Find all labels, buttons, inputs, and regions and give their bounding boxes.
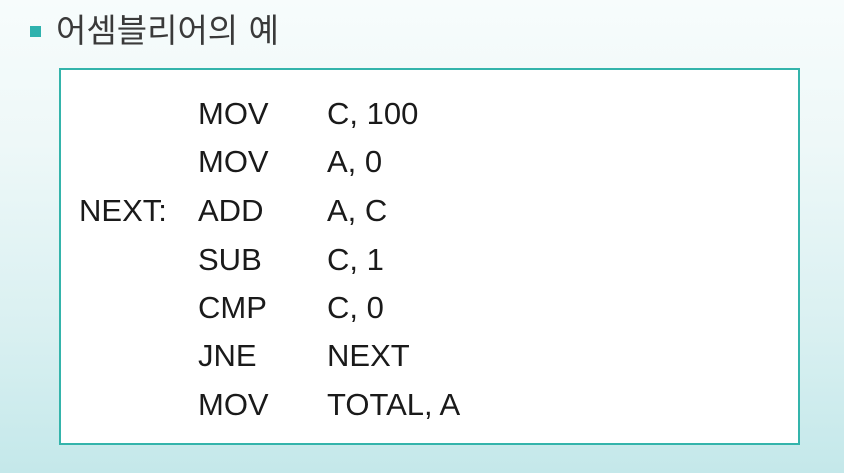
- assembly-code-box: MOV C, 100 MOV A, 0 NEXT: ADD A, C SUB C…: [59, 68, 800, 445]
- code-opcode: SUB: [198, 242, 262, 277]
- title-bullet-icon: [30, 26, 41, 37]
- code-operand: A, C: [327, 193, 388, 228]
- code-line: MOV A, 0: [61, 142, 798, 182]
- code-label: NEXT:: [79, 193, 167, 228]
- code-line: CMP C, 0: [61, 288, 798, 328]
- code-opcode: CMP: [198, 290, 267, 325]
- code-operand: C, 100: [327, 96, 419, 131]
- code-operand: TOTAL, A: [327, 387, 461, 422]
- code-opcode: MOV: [198, 387, 269, 422]
- code-line: MOV C, 100: [61, 94, 798, 134]
- code-line: JNE NEXT: [61, 336, 798, 376]
- code-opcode: ADD: [198, 193, 264, 228]
- code-line: SUB C, 1: [61, 240, 798, 280]
- code-line: NEXT: ADD A, C: [61, 191, 798, 231]
- code-opcode: MOV: [198, 96, 269, 131]
- slide-title: 어셈블리어의 예: [56, 11, 280, 50]
- code-opcode: MOV: [198, 144, 269, 179]
- code-line: MOV TOTAL, A: [61, 385, 798, 425]
- code-operand: C, 0: [327, 290, 384, 325]
- code-operand: NEXT: [327, 338, 410, 373]
- code-opcode: JNE: [198, 338, 257, 373]
- code-operand: A, 0: [327, 144, 383, 179]
- code-operand: C, 1: [327, 242, 384, 277]
